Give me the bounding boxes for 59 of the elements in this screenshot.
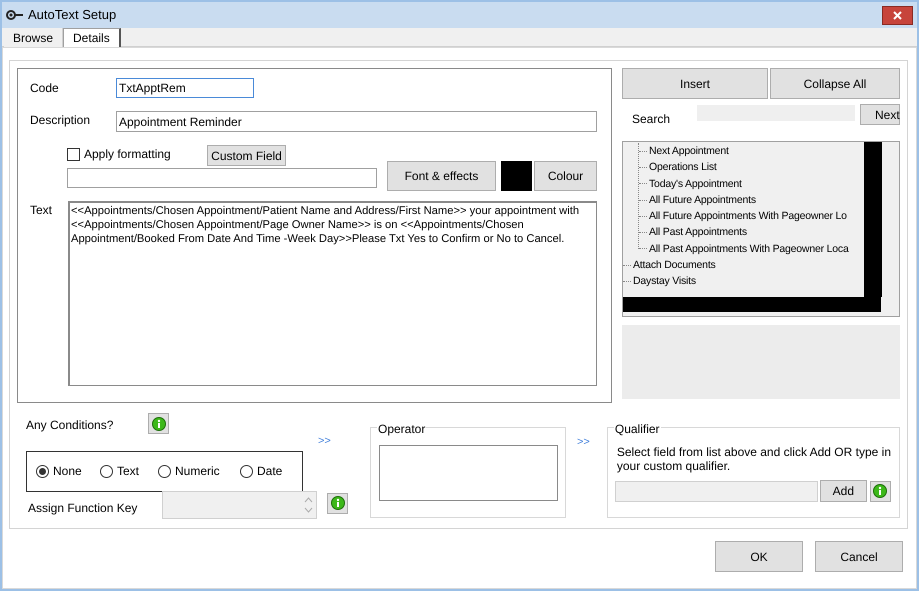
insert-button[interactable]: Insert (622, 68, 768, 99)
function-key-info-button[interactable] (327, 492, 348, 514)
conditions-label: Any Conditions? (26, 417, 114, 434)
tree-item[interactable]: All Past Appointments With Pageowner Loca (649, 240, 849, 258)
collapse-all-button[interactable]: Collapse All (770, 68, 900, 99)
text-label: Text (29, 202, 54, 219)
radio-button[interactable] (36, 464, 49, 478)
text-area[interactable]: <<Appointments/Chosen Appointment/Patient Name and Address/First Name>> your appointment with <<Appointments/Chosen Appointment/Page Owner Name>> is on <<Appointments/Chosen Appointment/Booked From Date And Time -Week Day>>Please Txt Yes to Confirm or No to Cancel. (68, 201, 597, 386)
tree-item[interactable]: Attach Documents (633, 257, 716, 274)
custom-field-button[interactable]: Custom Field (207, 145, 286, 166)
colour-swatch (501, 161, 532, 191)
tree-item[interactable]: Next Appointment (649, 143, 729, 160)
qualifier-info-button[interactable] (870, 480, 891, 502)
function-key-label: Assign Function Key (27, 500, 138, 516)
spinner-arrows-icon (304, 494, 313, 514)
tree-item[interactable]: Today's Appointment (649, 176, 742, 192)
tab[interactable]: Browse (4, 28, 64, 47)
code-field[interactable]: TxtApptRem (116, 78, 254, 98)
tab[interactable]: Details (63, 28, 121, 47)
radio-button[interactable] (100, 464, 113, 478)
ok-button[interactable]: OK (715, 541, 803, 572)
close-icon (893, 10, 902, 20)
tree-item[interactable]: All Past Appointments (649, 224, 747, 241)
radio-button[interactable] (240, 464, 253, 478)
apply-formatting-label: Apply formatting (84, 146, 171, 163)
qualifier-field[interactable] (614, 480, 818, 502)
arrow-text: >> (318, 434, 331, 449)
conditions-info-button[interactable] (148, 413, 169, 434)
tree-item[interactable]: Daystay Visits (633, 273, 696, 290)
font-effects-button[interactable]: Font & effects (387, 161, 496, 191)
colour-button[interactable]: Colour (534, 161, 597, 191)
key-icon (6, 9, 24, 21)
search-label: Search (631, 111, 672, 128)
operator-list[interactable] (379, 445, 558, 501)
arrow-text: >> (577, 435, 590, 448)
tree-item[interactable]: All Future Appointments (649, 192, 756, 208)
radio-label: None (53, 463, 82, 480)
cancel-button[interactable]: Cancel (815, 541, 903, 572)
radio-label: Date (257, 463, 282, 480)
radio-button[interactable] (158, 464, 171, 478)
vertical-scrollbar[interactable] (864, 142, 882, 297)
tree-item[interactable]: Operations List (649, 159, 717, 176)
code-label: Code (29, 80, 60, 97)
description-label: Description (29, 112, 92, 129)
radio-label: Numeric (175, 463, 220, 480)
apply-formatting-checkbox[interactable] (67, 148, 80, 160)
window-title: AutoText Setup (28, 6, 116, 24)
next-button[interactable]: Next (860, 104, 900, 125)
radio-label: Text (117, 463, 140, 480)
info-icon (873, 484, 888, 498)
formatting-field[interactable] (67, 168, 377, 188)
description-field[interactable]: Appointment Reminder (116, 111, 597, 132)
horizontal-scrollbar[interactable] (623, 297, 881, 312)
add-button[interactable]: Add (820, 480, 867, 502)
close-button[interactable] (882, 6, 913, 24)
info-icon (330, 496, 344, 510)
info-icon (152, 416, 166, 430)
qualifier-hint: Select field from list above and click Add OR type in your custom qualifier. (616, 445, 892, 473)
tree-item[interactable]: All Future Appointments With Pageowner Lo (649, 208, 847, 224)
